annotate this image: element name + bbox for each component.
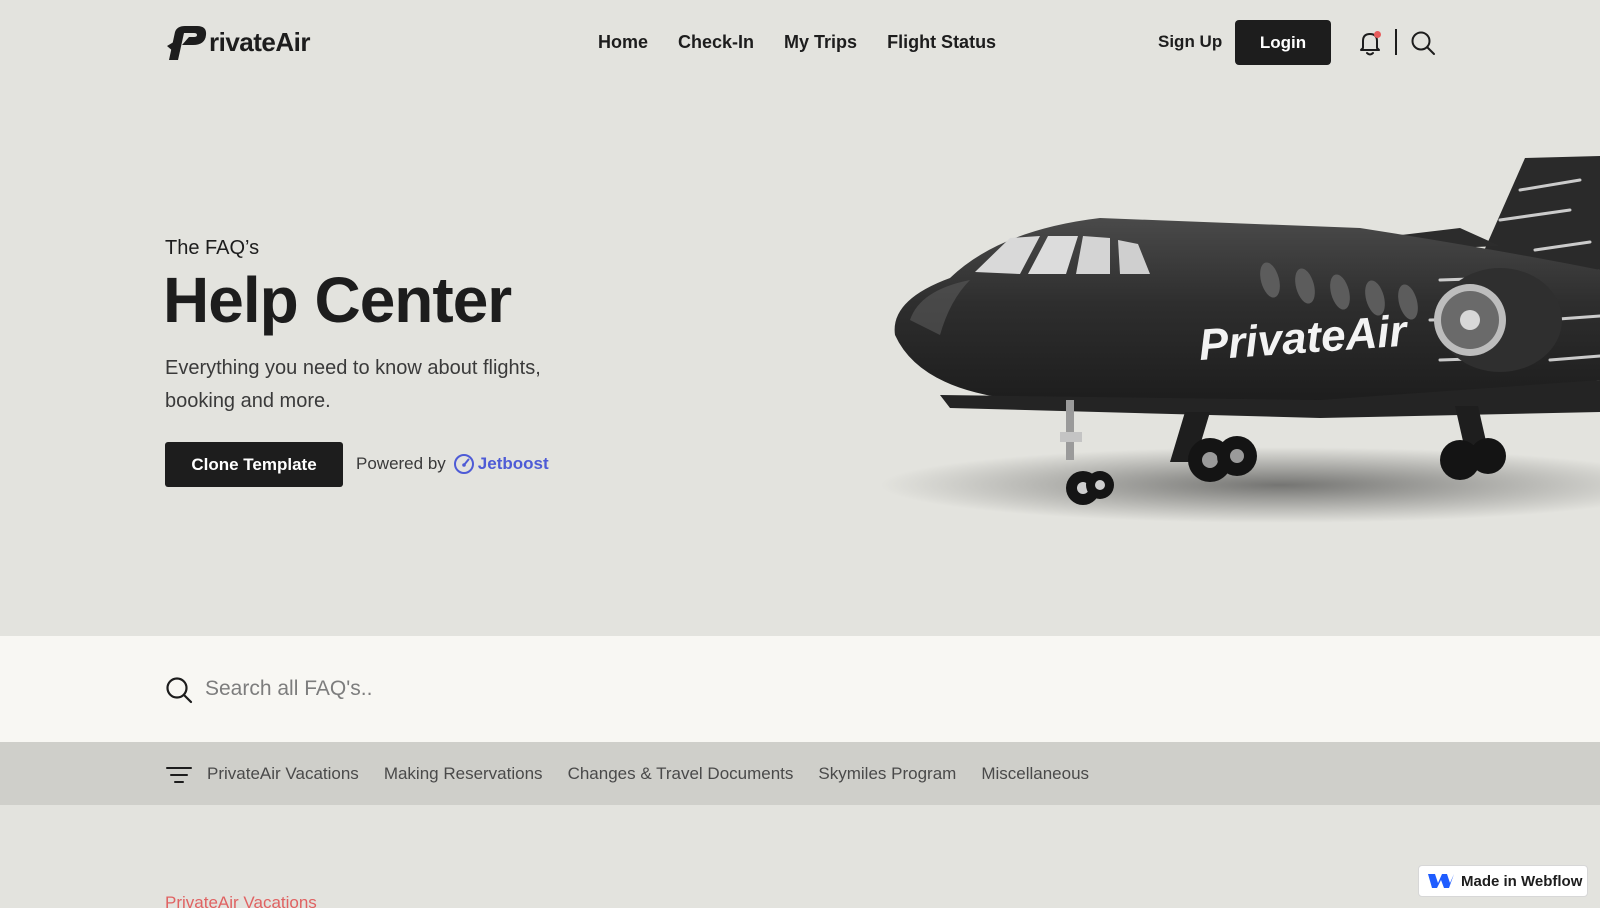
sign-up-link[interactable]: Sign Up — [1158, 30, 1222, 54]
jetboost-link[interactable]: Jetboost — [453, 453, 549, 475]
notifications-button[interactable] — [1357, 29, 1383, 57]
nav-link-home[interactable]: Home — [598, 30, 648, 54]
category-privateair-vacations[interactable]: PrivateAir Vacations — [207, 763, 359, 785]
nav-search-button[interactable] — [1410, 30, 1436, 56]
category-skymiles-program[interactable]: Skymiles Program — [818, 763, 956, 785]
nav-link-check-in[interactable]: Check-In — [678, 30, 754, 54]
search-icon — [1411, 31, 1435, 55]
brand-name: rivateAir — [209, 27, 311, 57]
faq-search-section — [0, 636, 1600, 742]
main-nav: Home Check-In My Trips Flight Status — [598, 30, 996, 54]
category-changes-travel-documents[interactable]: Changes & Travel Documents — [568, 763, 794, 785]
faq-search-input[interactable] — [205, 669, 1005, 709]
faq-category-bar: PrivateAir Vacations Making Reservations… — [0, 742, 1600, 805]
hero-subtitle: Everything you need to know about flight… — [165, 357, 541, 412]
made-in-webflow-badge[interactable]: Made in Webflow — [1418, 865, 1588, 897]
filter-icon[interactable] — [166, 766, 192, 784]
clone-template-button[interactable]: Clone Template — [165, 442, 343, 487]
section-heading: PrivateAir Vacations — [165, 893, 317, 908]
nav-link-my-trips[interactable]: My Trips — [784, 30, 857, 54]
notification-dot — [1374, 31, 1381, 38]
hero-eyebrow: The FAQ’s — [165, 237, 260, 259]
category-making-reservations[interactable]: Making Reservations — [384, 763, 543, 785]
category-miscellaneous[interactable]: Miscellaneous — [981, 763, 1089, 785]
logo-p-mark-icon — [167, 26, 207, 60]
page-title: Help Center — [163, 264, 512, 336]
badge-label: Made in Webflow — [1461, 872, 1583, 890]
search-icon — [166, 677, 193, 704]
category-list: PrivateAir Vacations Making Reservations… — [207, 763, 1089, 785]
jetboost-gauge-icon — [453, 454, 474, 474]
powered-by: Powered by Jetboost — [356, 453, 549, 475]
nav-divider — [1395, 29, 1397, 55]
nav-link-flight-status[interactable]: Flight Status — [887, 30, 996, 54]
webflow-logo-icon — [1428, 874, 1454, 888]
jetboost-label: Jetboost — [477, 454, 549, 473]
top-navigation: rivateAir Home Check-In My Trips Flight … — [0, 0, 1600, 84]
login-button[interactable]: Login — [1235, 20, 1331, 65]
brand-logo[interactable]: rivateAir — [165, 24, 311, 60]
private-jet-illustration: PrivateAir — [880, 156, 1600, 523]
powered-by-label: Powered by — [356, 454, 446, 473]
